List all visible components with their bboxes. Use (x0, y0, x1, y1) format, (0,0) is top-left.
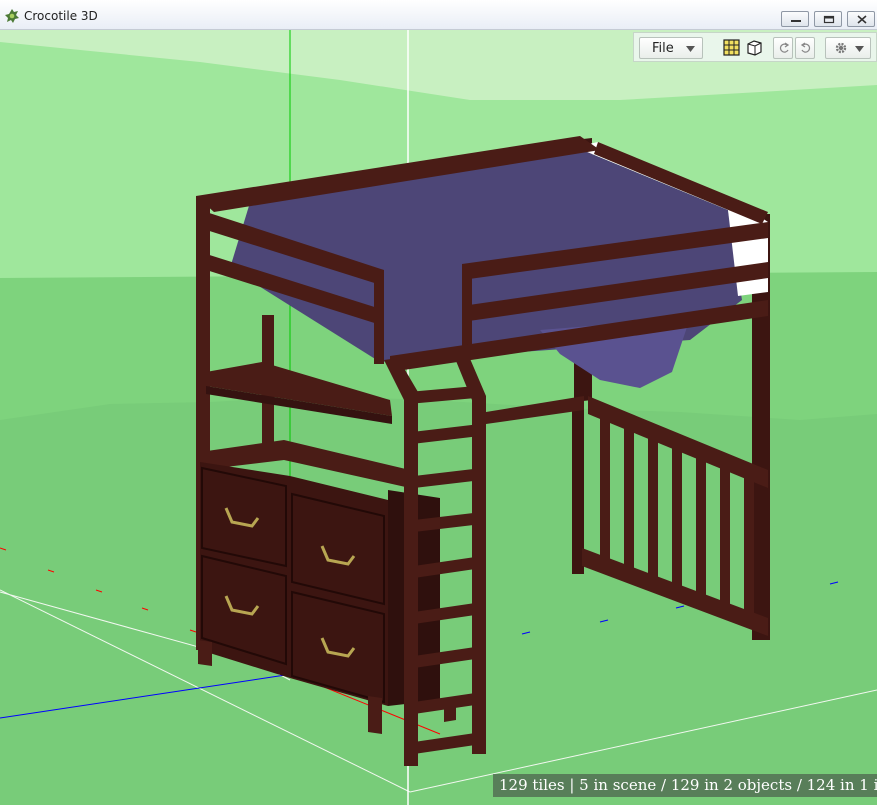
file-menu-label: File (652, 41, 674, 56)
status-bar: 129 tiles | 5 in scene / 129 in 2 object… (493, 774, 877, 797)
title-bar[interactable]: Crocotile 3D (0, 0, 877, 30)
viewport-toolbar: File (633, 32, 877, 62)
window-title: Crocotile 3D (24, 9, 98, 23)
chevron-down-icon (855, 46, 864, 52)
tile-grid-icon (723, 39, 740, 56)
minimize-icon (791, 20, 801, 22)
restore-button[interactable] (814, 11, 842, 27)
scene-canvas[interactable] (0, 30, 877, 805)
object-cube-button[interactable] (746, 39, 763, 56)
dresser-front-right (290, 476, 388, 706)
minimize-button[interactable] (781, 11, 809, 27)
restore-icon (823, 15, 835, 24)
close-icon (857, 15, 867, 24)
undo-button[interactable] (773, 37, 793, 59)
object-cube-icon (747, 40, 762, 56)
settings-gear-icon (835, 42, 847, 54)
undo-icon (779, 42, 790, 53)
chevron-down-icon (686, 46, 695, 52)
close-button[interactable] (847, 11, 875, 27)
redo-icon (800, 42, 811, 53)
app-window: Crocotile 3D File 129 tiles | 5 in scene… (0, 0, 877, 805)
dresser-front-left (200, 462, 290, 678)
crocotile-icon (5, 9, 19, 23)
scene-stats-text: 129 tiles | 5 in scene / 129 in 2 object… (499, 776, 877, 794)
tile-grid-button[interactable] (723, 39, 740, 56)
redo-button[interactable] (795, 37, 815, 59)
settings-menu-button[interactable] (825, 37, 871, 59)
file-menu-button[interactable]: File (639, 37, 703, 59)
3d-viewport[interactable] (0, 30, 877, 805)
